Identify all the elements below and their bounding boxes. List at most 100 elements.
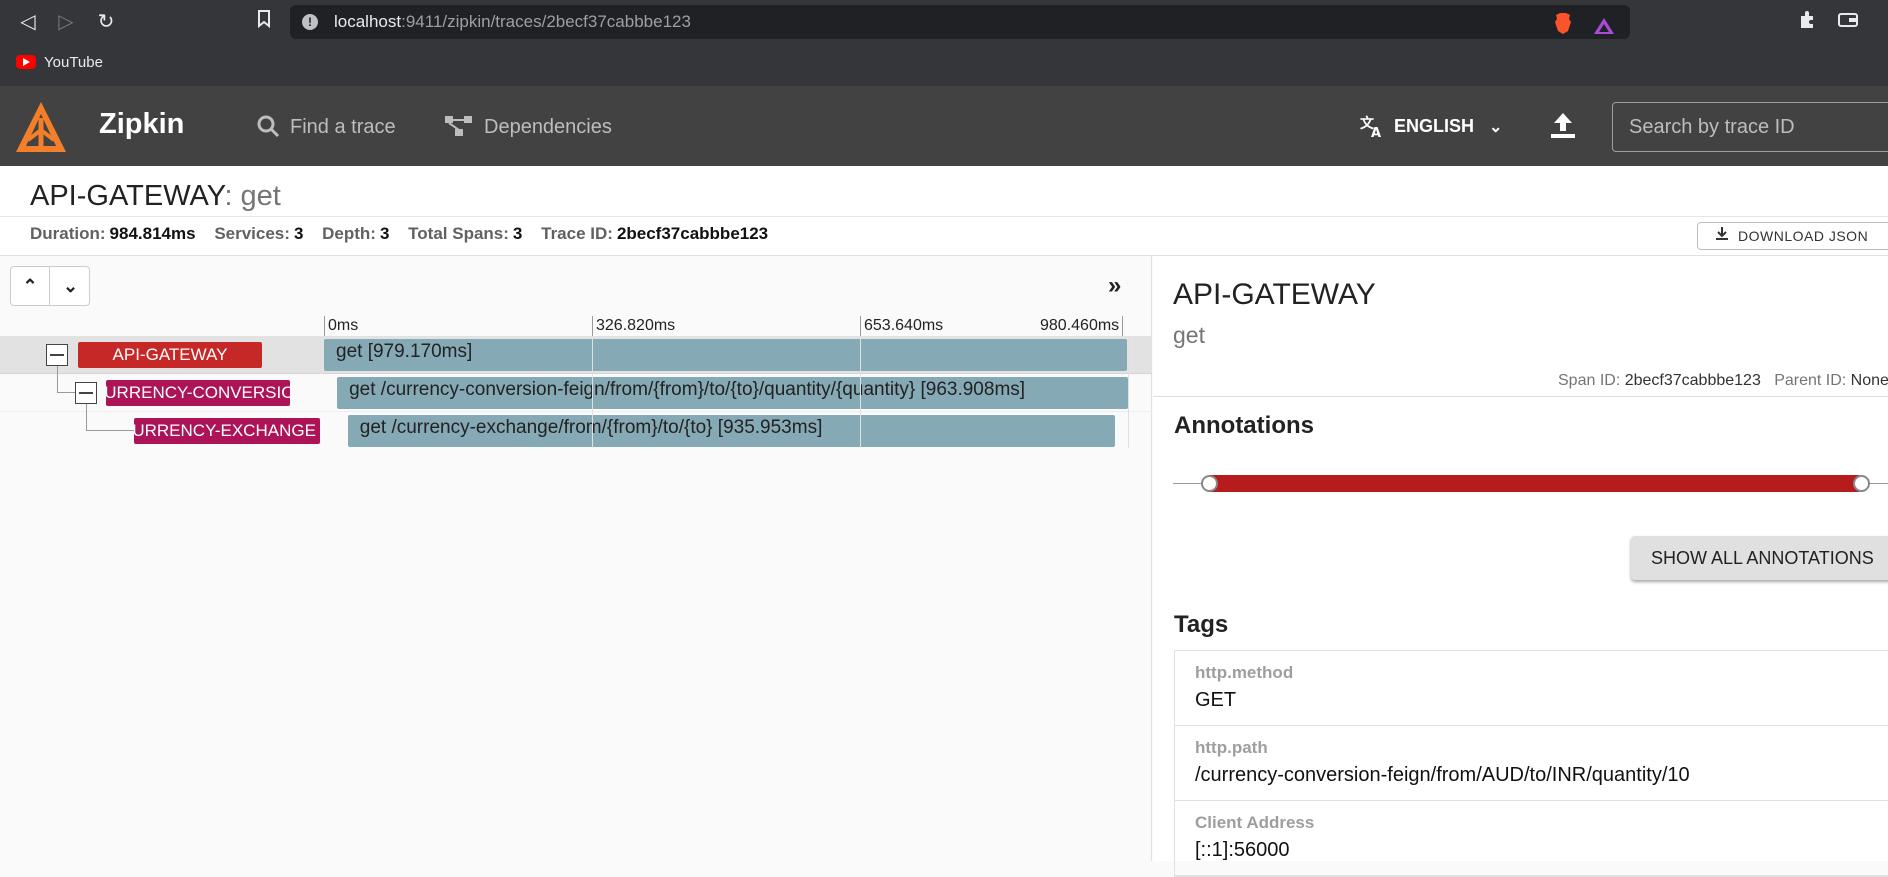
bookmark-label: YouTube [44, 54, 103, 71]
annotation-marker[interactable] [1853, 475, 1870, 492]
annotation-marker[interactable] [1201, 475, 1218, 492]
span-navigation-group: ⌃ ⌄ [10, 266, 90, 306]
youtube-icon [16, 55, 36, 69]
grid-line [860, 336, 861, 448]
grid-line [592, 336, 593, 448]
nav-dependencies-label: Dependencies [484, 116, 612, 138]
download-json-button[interactable]: DOWNLOAD JSON [1697, 222, 1888, 250]
dependencies-icon [445, 116, 472, 136]
total-spans-value: 3 [512, 224, 523, 243]
service-badge: CURRENCY-EXCHANGE [134, 418, 320, 444]
tag-key: Client Address [1195, 813, 1315, 832]
span-bar-label: get /currency-conversion-feign/from/{fro… [349, 379, 1026, 400]
address-bar[interactable]: ! localhost:9411/zipkin/traces/2becf37ca… [290, 5, 1630, 39]
bookmark-icon[interactable] [250, 8, 278, 36]
language-label: ENGLISH [1394, 116, 1475, 136]
download-icon [1716, 223, 1728, 249]
detail-operation-name: get [1173, 322, 1205, 348]
site-info-icon[interactable]: ! [302, 14, 318, 30]
expand-panel-icon[interactable]: » [1108, 272, 1121, 300]
brave-rewards-icon[interactable] [1593, 13, 1615, 47]
trace-title: API-GATEWAY: get [30, 180, 281, 213]
extensions-icon[interactable] [1794, 8, 1822, 36]
nav-dependencies[interactable]: Dependencies [444, 114, 612, 139]
tag-item: http.path/currency-conversion-feign/from… [1175, 726, 1888, 801]
span-row[interactable]: CURRENCY-EXCHANGE get /currency-exchange… [0, 412, 1152, 450]
download-json-label: DOWNLOAD JSON [1738, 228, 1869, 244]
depth-label: Depth: [322, 224, 376, 243]
forward-icon[interactable]: ▷ [52, 8, 80, 36]
timeline-tick: 0ms [324, 316, 358, 336]
duration-label: Duration: [30, 224, 106, 243]
services-value: 3 [293, 224, 304, 243]
span-detail-panel: API-GATEWAY get Span ID: 2becf37cabbbe12… [1153, 256, 1888, 877]
parent-id-value: None [1850, 372, 1888, 389]
trace-id-value: 2becf37cabbbe123 [616, 224, 769, 243]
service-badge: CURRENCY-CONVERSION [106, 380, 290, 406]
divider [1153, 396, 1888, 397]
tag-value: [::1]:56000 [1195, 839, 1290, 861]
timeline-tick: 653.640ms [860, 316, 943, 336]
grid-line [1128, 336, 1129, 448]
total-spans-label: Total Spans: [408, 224, 509, 243]
wallet-icon[interactable] [1834, 8, 1862, 36]
trace-timeline-panel: ⌃ ⌄ » 0ms 326.820ms 653.640ms 980.460ms … [0, 256, 1152, 861]
trace-root-operation: : get [224, 180, 281, 212]
span-bar-label: get [979.170ms] [336, 341, 473, 362]
span-bar[interactable]: get /currency-exchange/from/{from}/to/{t… [347, 415, 1116, 447]
annotation-bar[interactable] [1209, 475, 1859, 492]
service-badge: API-GATEWAY [78, 342, 262, 368]
app-header: Zipkin Find a trace Dependencies 文 A ENGLI… [0, 86, 1888, 166]
depth-value: 3 [379, 224, 390, 243]
span-row[interactable]: API-GATEWAY get [979.170ms] [0, 336, 1152, 374]
tag-key: http.path [1195, 738, 1268, 757]
tag-item: http.method GET [1175, 651, 1888, 726]
nav-find-trace-label: Find a trace [290, 116, 396, 138]
reload-icon[interactable]: ↻ [92, 8, 120, 36]
tags-list: http.method GET http.path/currency-conver… [1174, 650, 1888, 877]
divider [0, 216, 1888, 217]
span-row[interactable]: CURRENCY-CONVERSION get /currency-conver… [0, 374, 1152, 412]
timeline-tick: 980.460ms [1040, 316, 1124, 336]
trace-id-label: Trace ID: [541, 224, 613, 243]
language-selector[interactable]: 文 A ENGLISH ⌄ [1360, 114, 1503, 141]
upload-icon[interactable] [1548, 110, 1578, 145]
span-bar[interactable]: get [979.170ms] [324, 339, 1127, 371]
annotations-title: Annotations [1174, 412, 1314, 439]
show-all-annotations-button[interactable]: SHOW ALL ANNOTATIONS [1631, 536, 1888, 580]
svg-text:A: A [1371, 126, 1381, 138]
back-icon[interactable]: ◁ [14, 8, 42, 36]
chevron-down-icon[interactable]: ⌄ [51, 267, 90, 305]
search-icon [257, 115, 280, 138]
trace-summary-header: API-GATEWAY: get Duration: 984.814ms Serv… [0, 166, 1888, 256]
detail-service-name: API-GATEWAY [1173, 278, 1376, 311]
browser-toolbar: ◁ ▷ ↻ ! localhost:9411/zipkin/traces/2be… [0, 0, 1888, 86]
collapse-toggle-icon[interactable] [46, 344, 68, 366]
chevron-up-icon[interactable]: ⌃ [11, 267, 50, 305]
duration-value: 984.814ms [109, 224, 196, 243]
tag-item: Client Address[::1]:56000 [1175, 801, 1888, 876]
nav-find-trace[interactable]: Find a trace [256, 114, 396, 139]
chevron-down-icon: ⌄ [1489, 119, 1503, 136]
trace-root-service: API-GATEWAY [30, 180, 225, 212]
translate-icon: 文A [1360, 115, 1381, 141]
tag-value: GET [1195, 689, 1237, 711]
span-id-value: 2becf37cabbbe123 [1624, 372, 1761, 389]
collapse-toggle-icon[interactable] [75, 382, 97, 404]
trace-id-search-input[interactable] [1612, 102, 1888, 152]
span-bar[interactable]: get /currency-conversion-feign/from/{fro… [337, 377, 1128, 409]
brand-title[interactable]: Zipkin [99, 108, 184, 141]
span-ids: Span ID: 2becf37cabbbe123 Parent ID: Non… [1558, 372, 1888, 390]
trace-summary: Duration: 984.814ms Services: 3 Depth: 3 To… [30, 224, 782, 244]
tags-title: Tags [1174, 611, 1229, 638]
url-path: :9411/zipkin/traces/2becf37cabbbe123 [401, 12, 691, 31]
timeline-tick: 326.820ms [592, 316, 675, 336]
tag-key: http.method [1195, 663, 1294, 682]
parent-id-label: Parent ID: [1774, 372, 1847, 389]
brave-shield-icon[interactable] [1553, 12, 1573, 46]
span-id-label: Span ID: [1558, 372, 1621, 389]
tag-value: /currency-conversion-feign/from/AUD/to/I… [1195, 764, 1690, 786]
zipkin-logo-icon[interactable] [14, 100, 68, 159]
url-host: localhost [334, 12, 402, 31]
bookmark-youtube[interactable]: YouTube [16, 52, 103, 74]
